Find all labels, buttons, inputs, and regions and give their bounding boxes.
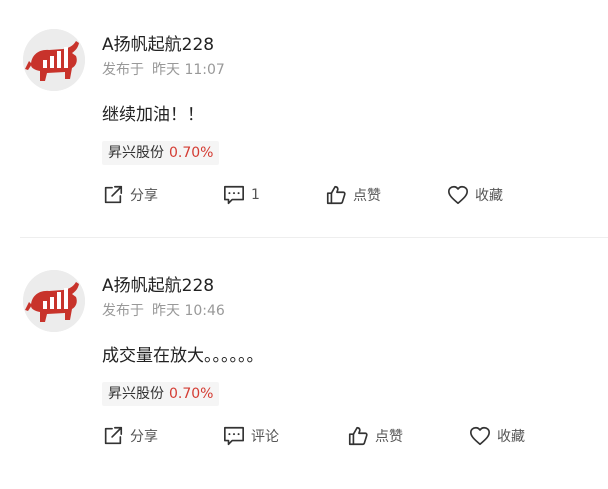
post-time: 发布于 昨天 10:46 [102, 300, 225, 320]
share-button[interactable]: 分享 [102, 182, 158, 208]
thumbs-up-icon [326, 185, 346, 205]
red-bull-avatar-icon [23, 270, 85, 332]
favorite-label: 收藏 [475, 188, 503, 204]
stock-change: 0.70% [169, 386, 214, 402]
comment-button[interactable]: 1 [223, 182, 260, 208]
comment-button[interactable]: 评论 [223, 423, 279, 449]
stock-tag[interactable]: 昇兴股份 0.70% [102, 141, 220, 165]
comment-count: 1 [251, 187, 260, 203]
red-bull-avatar-icon [23, 29, 85, 91]
username[interactable]: A扬帆起航228 [102, 30, 214, 55]
post-content: 继续加油！！ [102, 105, 204, 125]
favorite-button[interactable]: 收藏 [447, 182, 503, 208]
heart-icon [470, 426, 490, 446]
post-divider [20, 237, 608, 238]
timestamp: 昨天 10:46 [152, 303, 225, 319]
like-label: 点赞 [353, 188, 381, 204]
stock-name: 昇兴股份 [108, 386, 164, 402]
thumbs-up-icon [348, 426, 368, 446]
heart-icon [448, 185, 468, 205]
stock-tag[interactable]: 昇兴股份 0.70% [102, 382, 220, 406]
like-label: 点赞 [375, 429, 403, 445]
share-label: 分享 [130, 429, 158, 445]
like-button[interactable]: 点赞 [347, 423, 403, 449]
comment-icon [224, 185, 244, 205]
post-time: 发布于 昨天 11:07 [102, 59, 225, 79]
comment-icon [224, 426, 244, 446]
share-icon [104, 185, 123, 204]
published-label: 发布于 [102, 62, 144, 78]
like-button[interactable]: 点赞 [325, 182, 381, 208]
published-label: 发布于 [102, 303, 144, 319]
comment-label: 评论 [251, 429, 279, 445]
timestamp: 昨天 11:07 [152, 62, 225, 78]
avatar[interactable] [23, 29, 85, 91]
favorite-label: 收藏 [497, 429, 525, 445]
share-button[interactable]: 分享 [102, 423, 158, 449]
favorite-button[interactable]: 收藏 [469, 423, 525, 449]
share-label: 分享 [130, 188, 158, 204]
avatar[interactable] [23, 270, 85, 332]
stock-name: 昇兴股份 [108, 145, 164, 161]
share-icon [104, 426, 123, 445]
username[interactable]: A扬帆起航228 [102, 271, 214, 296]
stock-change: 0.70% [169, 145, 214, 161]
post-content: 成交量在放大。。。。。。 [102, 346, 264, 366]
